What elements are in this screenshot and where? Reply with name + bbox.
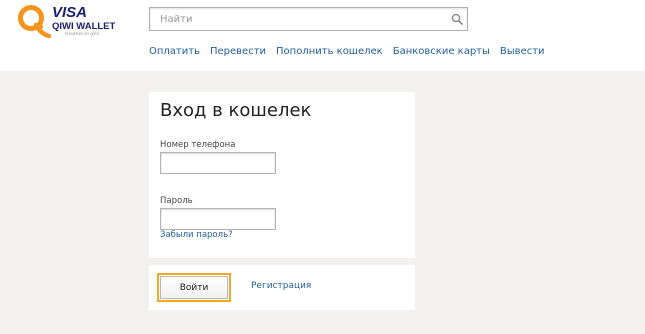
nav-item-withdraw[interactable]: Вывести <box>500 45 545 59</box>
nav-item-bank-cards[interactable]: Банковские карты <box>393 45 490 59</box>
search-box <box>149 7 468 31</box>
phone-label: Номер телефона <box>160 140 236 150</box>
phone-field[interactable] <box>160 152 276 174</box>
logo-qiwi-wallet-text: QIWI WALLET <box>52 21 116 32</box>
password-label: Пароль <box>160 196 193 206</box>
login-actions-card: Войти Регистрация <box>149 265 415 310</box>
password-field[interactable] <box>160 208 276 230</box>
logo-visa-text: VISA <box>52 4 87 21</box>
forgot-password-link[interactable]: Забыли пароль? <box>160 230 233 240</box>
logo-powered-by-text: POWERED BY QIPS <box>65 32 99 36</box>
nav-item-top-up-wallet[interactable]: Пополнить кошелек <box>276 45 383 59</box>
search-input[interactable] <box>150 8 450 30</box>
qiwi-q-logo-icon: VISA QIWI WALLET POWERED BY QIPS <box>18 4 116 39</box>
register-link[interactable]: Регистрация <box>251 281 311 291</box>
page-title: Вход в кошелек <box>160 100 312 121</box>
visa-qiwi-wallet-logo[interactable]: VISA QIWI WALLET POWERED BY QIPS <box>16 3 116 41</box>
site-header: VISA QIWI WALLET POWERED BY QIPS Оплатит… <box>0 0 645 71</box>
login-button[interactable]: Войти <box>157 273 231 302</box>
nav-item-transfer[interactable]: Перевести <box>210 45 266 59</box>
search-icon[interactable] <box>451 13 463 25</box>
nav-item-pay[interactable]: Оплатить <box>149 45 200 59</box>
main-nav: Оплатить Перевести Пополнить кошелек Бан… <box>149 45 555 59</box>
login-form-card: Вход в кошелек Номер телефона Пароль Заб… <box>149 92 415 258</box>
